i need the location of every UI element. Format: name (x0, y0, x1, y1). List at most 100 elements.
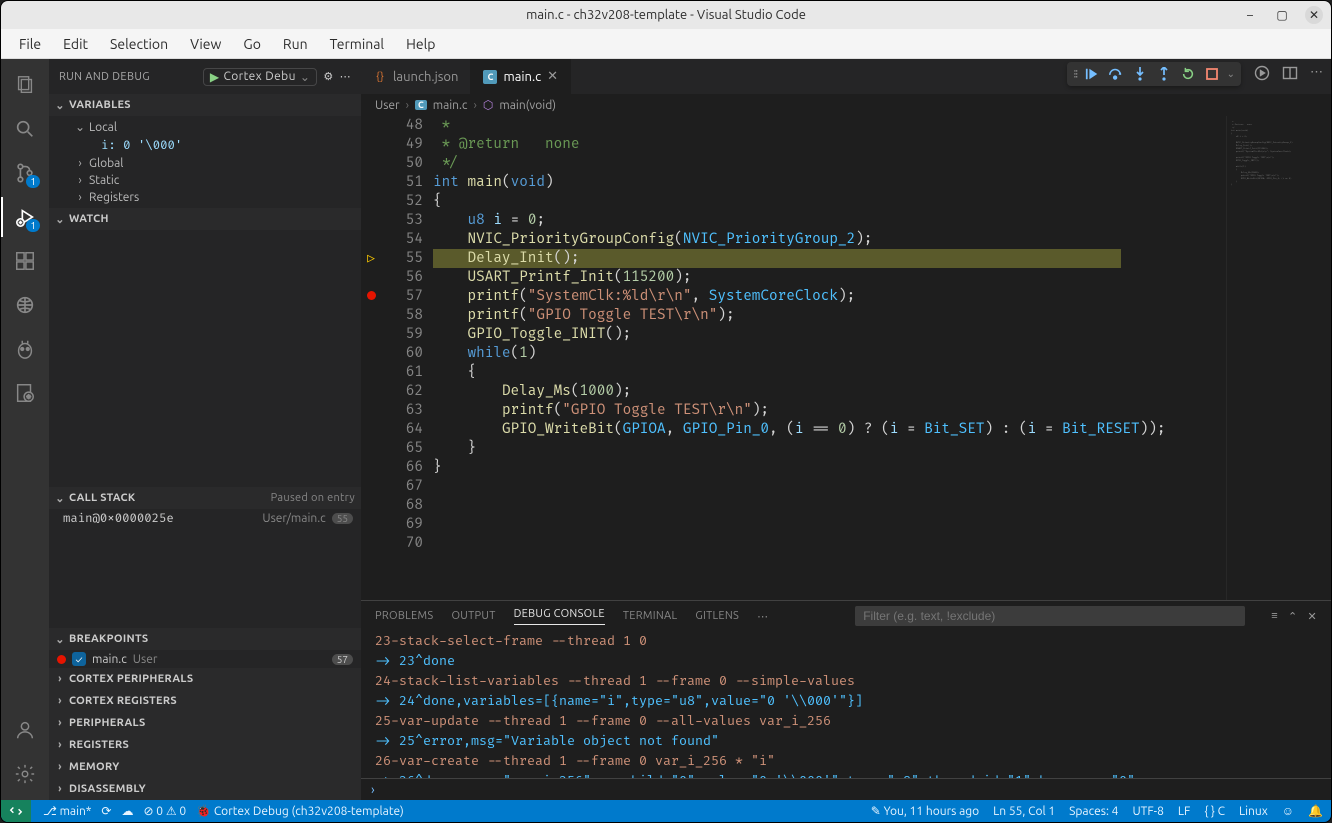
status-bar: ⎇ main* ⟳ ☁ ⊘ 0 ⚠ 0 🐞 Cortex Debug (ch32… (1, 800, 1331, 822)
split-editor-icon[interactable] (1282, 65, 1298, 81)
step-out-button[interactable] (1155, 65, 1173, 83)
function-icon: ⬡ (483, 98, 493, 112)
status-eol[interactable]: LF (1178, 805, 1190, 818)
status-encoding[interactable]: UTF-8 (1132, 805, 1163, 818)
activity-debug[interactable]: 1 (1, 197, 49, 237)
debug-console-input[interactable]: › (361, 778, 1331, 800)
memory-section[interactable]: ›MEMORY (49, 756, 361, 778)
activity-settings[interactable] (1, 754, 49, 794)
activity-scm[interactable]: 1 (1, 153, 49, 193)
step-into-button[interactable] (1131, 65, 1149, 83)
window-titlebar: main.c - ch32v208-template - Visual Stud… (1, 1, 1331, 29)
callstack-section[interactable]: ⌄CALL STACKPaused on entry (49, 487, 361, 509)
panel-tab-problems[interactable]: PROBLEMS (375, 610, 433, 622)
watch-section[interactable]: ⌄WATCH (49, 208, 361, 230)
activity-platformio[interactable] (1, 329, 49, 369)
editor-tab-bar: {}launch.json Cmain.c✕ ⁝⁝ ⌄ ⋯ (361, 59, 1331, 94)
status-cursor[interactable]: Ln 55, Col 1 (993, 805, 1055, 818)
editor-more-icon[interactable]: ⋯ (1310, 65, 1323, 81)
activity-extensions[interactable] (1, 241, 49, 281)
status-branch[interactable]: ⎇ main* (43, 804, 91, 818)
c-file-icon: C (415, 100, 427, 110)
debug-console-output[interactable]: 23-stack-select-frame --thread 1 0-> 23^… (361, 631, 1331, 778)
menu-bar: File Edit Selection View Go Run Terminal… (1, 29, 1331, 59)
debug-grip-icon[interactable]: ⁝⁝ (1073, 67, 1077, 81)
breakpoint-checkbox[interactable]: ✓ (72, 652, 86, 666)
scope-local[interactable]: ⌄Local (61, 118, 361, 136)
window-title: main.c - ch32v208-template - Visual Stud… (526, 8, 806, 22)
maximize-button[interactable]: ▢ (1273, 6, 1291, 24)
code-editor[interactable]: ▷ 48495051525354555657585960616263646566… (361, 116, 1331, 600)
window-close-button[interactable]: ✕ (1305, 6, 1323, 24)
var-i[interactable]: i: 0 '\000' (61, 136, 361, 155)
activity-makefile[interactable] (1, 373, 49, 413)
menu-go[interactable]: Go (235, 34, 268, 54)
step-over-button[interactable] (1107, 65, 1125, 83)
menu-edit[interactable]: Edit (55, 34, 96, 54)
activity-bar: 1 1 (1, 59, 49, 800)
bottom-panel: PROBLEMS OUTPUT DEBUG CONSOLE TERMINAL G… (361, 600, 1331, 800)
tab-close-icon[interactable]: ✕ (547, 69, 558, 84)
status-cloud-icon[interactable]: ☁ (121, 804, 133, 818)
breadcrumbs[interactable]: User› C main.c› ⬡ main(void) (361, 94, 1331, 116)
peripherals-section[interactable]: ›PERIPHERALS (49, 712, 361, 734)
status-language[interactable]: { } C (1204, 805, 1225, 818)
status-sync-icon[interactable]: ⟳ (101, 804, 111, 818)
scm-badge: 1 (26, 175, 40, 188)
status-problems[interactable]: ⊘ 0 ⚠ 0 (143, 804, 186, 818)
more-icon[interactable]: ⋯ (340, 70, 351, 83)
panel-tab-terminal[interactable]: TERMINAL (623, 610, 678, 622)
run-config-dropdown[interactable]: ▶Cortex Debu⌄ (203, 68, 318, 86)
panel-tab-output[interactable]: OUTPUT (451, 610, 495, 622)
activity-search[interactable] (1, 109, 49, 149)
panel-tab-more-icon[interactable]: ⋯ (757, 610, 768, 623)
panel-collapse-icon[interactable]: ⌃ (1288, 610, 1298, 623)
breakpoint-item[interactable]: ✓ main.c User 57 (49, 650, 361, 668)
side-panel: RUN AND DEBUG ▶Cortex Debu⌄ ⚙ ⋯ ⌄VARIABL… (49, 59, 361, 800)
run-icon[interactable] (1254, 65, 1270, 81)
tab-main-c[interactable]: Cmain.c✕ (471, 59, 571, 94)
stop-button[interactable] (1203, 65, 1221, 83)
breakpoints-section[interactable]: ⌄BREAKPOINTS (49, 628, 361, 650)
scope-global[interactable]: ›Global (61, 155, 361, 172)
registers-section[interactable]: ›REGISTERS (49, 734, 361, 756)
continue-button[interactable] (1083, 65, 1101, 83)
status-remote[interactable] (1, 800, 31, 822)
status-blame[interactable]: ✎ You, 11 hours ago (871, 804, 979, 818)
debug-badge: 1 (26, 219, 40, 232)
restart-button[interactable] (1179, 65, 1197, 83)
variables-section[interactable]: ⌄VARIABLES (49, 94, 361, 116)
cortex-peripherals-section[interactable]: ›CORTEX PERIPHERALS (49, 668, 361, 690)
scope-static[interactable]: ›Static (61, 172, 361, 189)
panel-filter-input[interactable] (855, 606, 1245, 626)
status-platform[interactable]: Linux (1239, 805, 1268, 818)
menu-view[interactable]: View (182, 34, 229, 54)
activity-remote[interactable] (1, 285, 49, 325)
panel-close-icon[interactable]: ✕ (1307, 610, 1317, 623)
tab-launch-json[interactable]: {}launch.json (361, 59, 471, 94)
status-debugger[interactable]: 🐞 Cortex Debug (ch32v208-template) (196, 804, 404, 818)
gear-icon[interactable]: ⚙ (323, 70, 333, 83)
status-spaces[interactable]: Spaces: 4 (1069, 805, 1118, 818)
breakpoint-dot-icon (57, 655, 66, 664)
menu-help[interactable]: Help (398, 34, 443, 54)
scope-registers[interactable]: ›Registers (61, 189, 361, 206)
menu-run[interactable]: Run (275, 34, 316, 54)
menu-terminal[interactable]: Terminal (322, 34, 393, 54)
cortex-registers-section[interactable]: ›CORTEX REGISTERS (49, 690, 361, 712)
status-bell-icon[interactable]: 🔔 (1308, 804, 1323, 818)
status-feedback-icon[interactable]: ☺ (1282, 804, 1294, 818)
menu-selection[interactable]: Selection (102, 34, 176, 54)
minimize-button[interactable]: – (1241, 6, 1259, 24)
panel-tab-debug-console[interactable]: DEBUG CONSOLE (514, 608, 605, 625)
callstack-frame[interactable]: main@0x0000025e User/main.c55 (49, 509, 361, 528)
runview-title: RUN AND DEBUG (59, 71, 197, 83)
minimap[interactable]: * * @return none */ int main(void) { u8 … (1226, 116, 1331, 600)
disassembly-section[interactable]: ›DISASSEMBLY (49, 778, 361, 800)
debug-more-icon[interactable]: ⌄ (1227, 68, 1235, 80)
panel-tab-gitlens[interactable]: GITLENS (695, 610, 739, 622)
activity-explorer[interactable] (1, 65, 49, 105)
activity-account[interactable] (1, 710, 49, 750)
menu-file[interactable]: File (11, 34, 49, 54)
panel-settings-icon[interactable]: ≡ (1271, 610, 1278, 623)
